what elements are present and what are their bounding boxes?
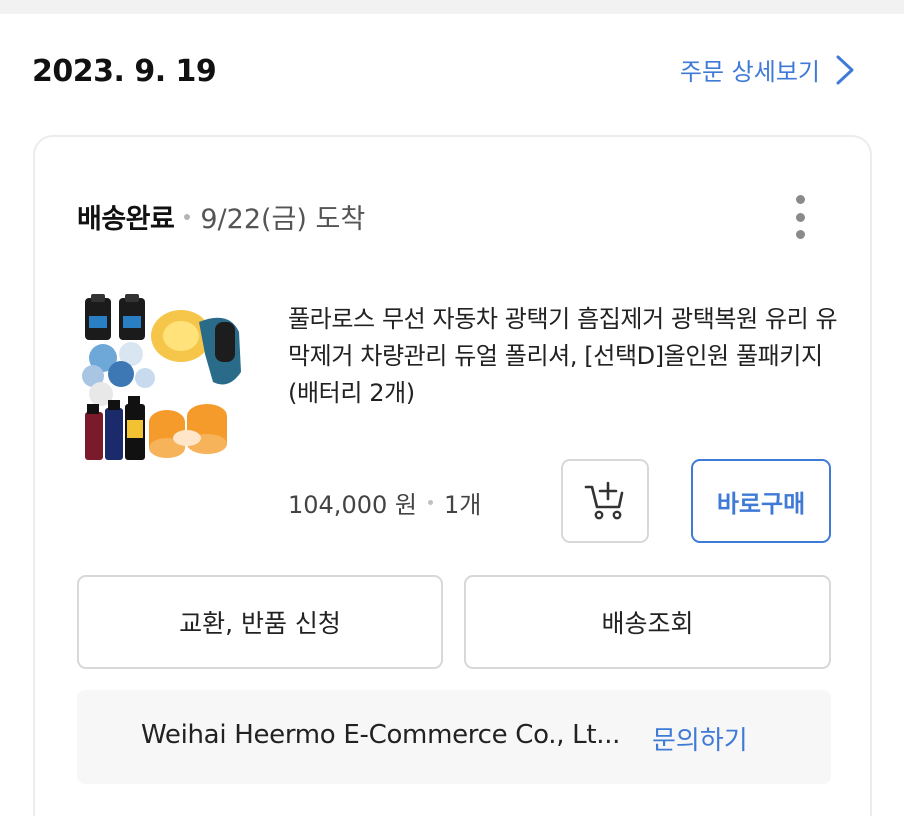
price-row: 104,000 원 1개 [288, 485, 481, 520]
product-price: 104,000 원 [288, 491, 417, 519]
shipment-status-row: 배송완료 9/22(금) 도착 [77, 197, 365, 236]
product-thumbnail[interactable] [79, 292, 245, 464]
product-quantity: 1개 [443, 491, 482, 519]
exchange-return-button[interactable]: 교환, 반품 신청 [77, 575, 443, 669]
top-divider [0, 0, 904, 14]
seller-info-box: Weihai Heermo E-Commerce Co., Lt... 문의하기 [77, 690, 831, 784]
order-detail-link[interactable]: 주문 상세보기 [680, 52, 856, 87]
arrival-date: 9/22(금) 도착 [200, 204, 366, 235]
order-detail-label: 주문 상세보기 [679, 58, 820, 86]
separator-dot [427, 500, 433, 505]
product-name[interactable]: 풀라로스 무선 자동차 광택기 흠집제거 광택복원 유리 유막제거 차량관리 듀… [288, 301, 838, 413]
buy-now-button[interactable]: 바로구매 [691, 459, 831, 543]
add-to-cart-icon [584, 481, 624, 520]
seller-name: Weihai Heermo E-Commerce Co., Lt... [141, 720, 621, 750]
separator-dot [184, 213, 191, 220]
more-options-icon[interactable] [792, 195, 808, 239]
order-date: 2023. 9. 19 [32, 54, 217, 89]
track-shipment-button[interactable]: 배송조회 [464, 575, 831, 669]
add-to-cart-button[interactable] [561, 459, 649, 543]
chevron-right-icon [836, 55, 854, 84]
seller-inquiry-link[interactable]: 문의하기 [652, 720, 748, 757]
order-card: 배송완료 9/22(금) 도착 풀라로스 무선 자동차 광택기 흠집제거 광택복… [33, 135, 872, 816]
shipment-status: 배송완료 [77, 204, 175, 235]
